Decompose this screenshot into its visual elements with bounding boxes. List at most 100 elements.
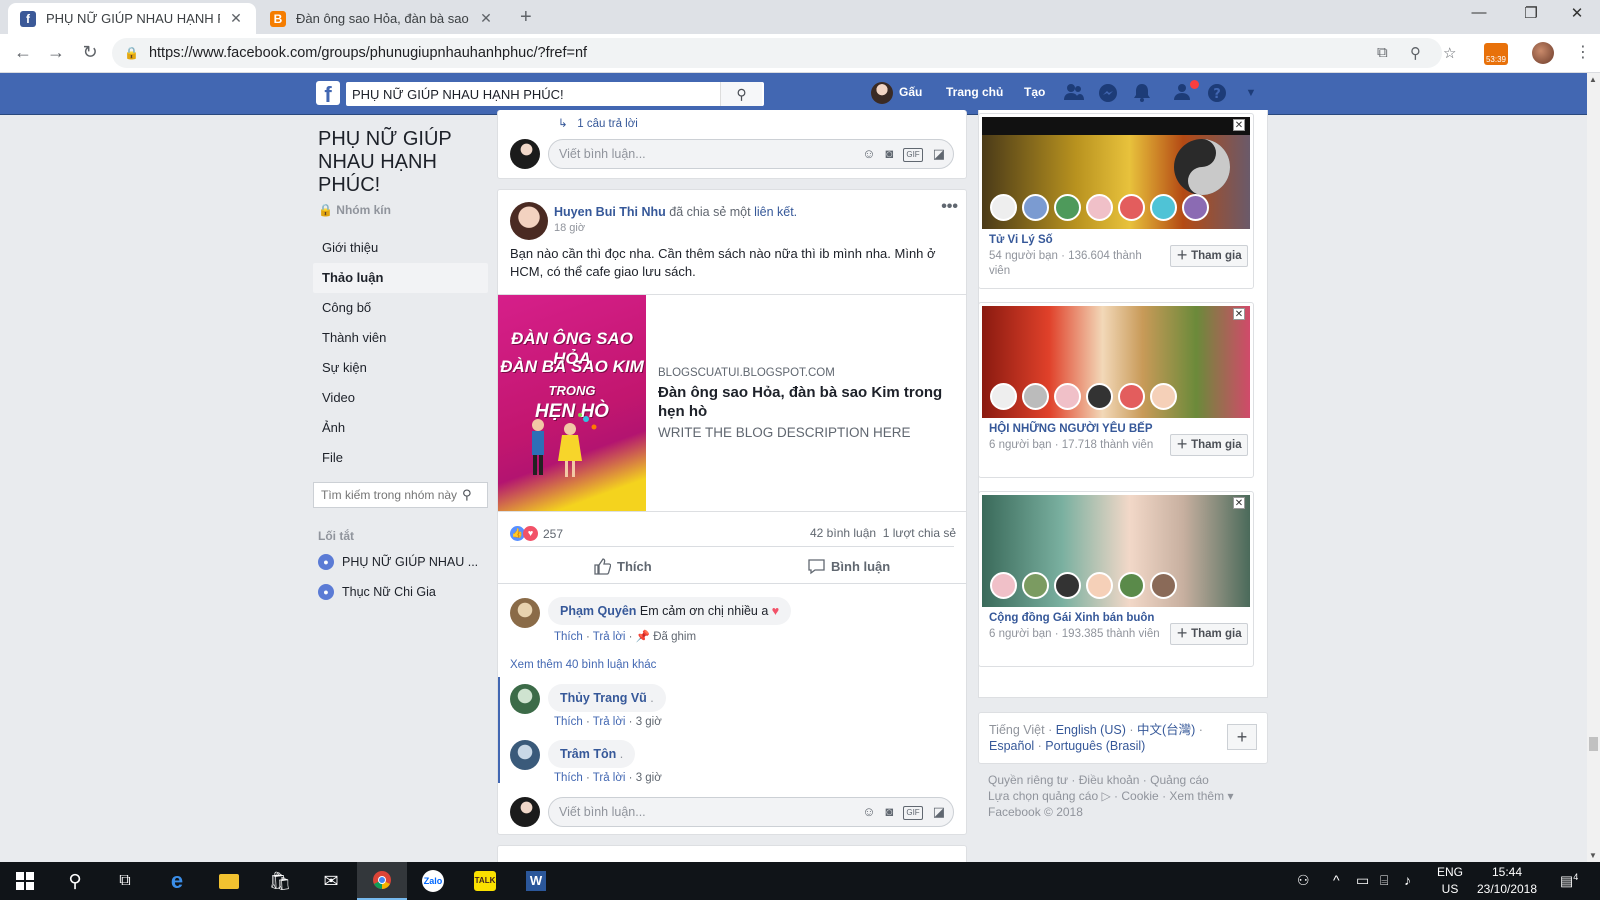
- volume-icon[interactable]: ♪: [1404, 872, 1411, 888]
- sticker-icon[interactable]: ◪: [933, 804, 945, 820]
- group-nav-announcements[interactable]: Công bố: [313, 293, 488, 323]
- maximize-button[interactable]: ❐: [1508, 4, 1554, 22]
- comment-reply-link[interactable]: Trả lời: [593, 631, 626, 643]
- comment-button[interactable]: Bình luận: [808, 558, 890, 575]
- camera-icon[interactable]: ◙: [886, 804, 894, 820]
- task-view-icon[interactable]: ⧉: [100, 862, 150, 900]
- footer-link[interactable]: Cookie: [1121, 789, 1158, 803]
- post-options-icon[interactable]: •••: [941, 198, 958, 216]
- chrome-icon[interactable]: [357, 862, 407, 900]
- search-icon[interactable]: ⚲: [720, 82, 762, 106]
- group-nav-events[interactable]: Sự kiện: [313, 353, 488, 383]
- group-nav-photos[interactable]: Ảnh: [313, 413, 488, 443]
- network-icon[interactable]: ⌸: [1380, 872, 1388, 889]
- comment-like-link[interactable]: Thích: [554, 716, 583, 728]
- close-icon[interactable]: ✕: [1233, 308, 1245, 320]
- word-icon[interactable]: W: [511, 862, 561, 900]
- comment-reply-link[interactable]: Trả lời: [593, 772, 626, 784]
- search-icon[interactable]: ⚲: [50, 862, 100, 900]
- page-scrollbar[interactable]: ▲ ▼: [1587, 73, 1600, 862]
- comment-like-link[interactable]: Thích: [554, 631, 583, 643]
- account-dropdown-icon[interactable]: ▼: [1240, 87, 1262, 99]
- comment-reply-link[interactable]: Trả lời: [593, 716, 626, 728]
- input-language[interactable]: ENG US: [1432, 864, 1468, 898]
- group-title[interactable]: PHỤ NỮ GIÚP NHAU HẠNH PHÚC!: [318, 128, 488, 197]
- language-link[interactable]: Português (Brasil): [1045, 739, 1145, 753]
- commenter-avatar[interactable]: [510, 598, 540, 628]
- minimize-button[interactable]: —: [1456, 4, 1502, 21]
- close-icon[interactable]: ✕: [1233, 119, 1245, 131]
- commenter-name[interactable]: Thủy Trang Vũ: [560, 691, 647, 705]
- show-hidden-icons-chevron[interactable]: ^: [1333, 872, 1340, 888]
- group-nav-discussion[interactable]: Thảo luận: [313, 263, 488, 293]
- close-tab-icon[interactable]: ✕: [478, 10, 494, 27]
- suggested-group-name[interactable]: Tử Vi Lý Số: [989, 234, 1053, 246]
- friend-requests-icon[interactable]: [1063, 83, 1085, 106]
- language-link[interactable]: Español: [989, 739, 1034, 753]
- language-link[interactable]: 中文(台灣): [1137, 723, 1195, 737]
- group-cover-image[interactable]: [982, 306, 1250, 418]
- new-tab-button[interactable]: +: [520, 6, 532, 29]
- messenger-icon[interactable]: [1097, 83, 1119, 108]
- commenter-name[interactable]: Trâm Tôn: [560, 747, 616, 761]
- suggested-group-name[interactable]: HỘI NHỮNG NGƯỜI YÊU BẾP: [989, 423, 1153, 435]
- group-cover-image[interactable]: [982, 495, 1250, 607]
- create-link[interactable]: Tạo: [1024, 85, 1045, 99]
- like-button[interactable]: Thích: [594, 558, 652, 575]
- profile-link[interactable]: Gấu: [871, 82, 922, 104]
- close-icon[interactable]: ✕: [1233, 497, 1245, 509]
- comment-like-link[interactable]: Thích: [554, 772, 583, 784]
- zoom-icon[interactable]: ⚲: [1410, 44, 1421, 62]
- language-link[interactable]: English (US): [1056, 723, 1126, 737]
- footer-link[interactable]: Quảng cáo: [1150, 773, 1209, 787]
- home-link[interactable]: Trang chủ: [946, 85, 1003, 99]
- extension-timer-icon[interactable]: 53:39: [1484, 43, 1508, 65]
- gif-icon[interactable]: GIF: [903, 148, 923, 162]
- comment-input[interactable]: Viết bình luận... ☺ ◙ GIF ◪: [548, 139, 954, 169]
- kakaotalk-icon[interactable]: TALK: [460, 862, 510, 900]
- help-question-icon[interactable]: ?: [1206, 83, 1228, 108]
- notifications-bell-icon[interactable]: [1131, 83, 1153, 108]
- join-group-button[interactable]: ＋ Tham gia: [1170, 434, 1248, 456]
- edge-browser-icon[interactable]: e: [152, 862, 202, 900]
- scroll-down-icon[interactable]: ▼: [1589, 851, 1597, 860]
- translate-icon[interactable]: ⧉: [1377, 44, 1388, 61]
- post-time[interactable]: 18 giờ: [554, 222, 585, 234]
- scrollbar-thumb[interactable]: [1589, 737, 1598, 751]
- profile-avatar[interactable]: [1532, 42, 1554, 64]
- join-group-button[interactable]: ＋ Tham gia: [1170, 245, 1248, 267]
- facebook-logo-icon[interactable]: f: [316, 81, 340, 105]
- add-language-button[interactable]: +: [1227, 724, 1257, 750]
- commenter-avatar[interactable]: [510, 740, 540, 770]
- reload-icon[interactable]: ↻: [78, 42, 102, 63]
- close-tab-icon[interactable]: ✕: [228, 10, 244, 27]
- view-more-comments-link[interactable]: Xem thêm 40 bình luận khác: [510, 659, 656, 671]
- clock[interactable]: 15:44 23/10/2018: [1472, 864, 1542, 898]
- footer-link[interactable]: Lựa chọn quảng cáo: [988, 789, 1098, 803]
- gif-icon[interactable]: GIF: [903, 806, 923, 820]
- author-name-link[interactable]: Huyen Bui Thi Nhu: [554, 205, 666, 219]
- group-nav-videos[interactable]: Video: [313, 383, 488, 413]
- zalo-icon[interactable]: Zalo: [408, 862, 458, 900]
- shortcut-item[interactable]: ● Thục Nữ Chi Gia: [318, 583, 436, 601]
- link-preview[interactable]: ĐÀN ÔNG SAO HỎA ĐÀN BÀ SAO KIM TRONG HẸN…: [498, 294, 966, 512]
- close-window-button[interactable]: ✕: [1554, 4, 1600, 22]
- commenter-avatar[interactable]: [510, 684, 540, 714]
- commenter-name[interactable]: Phạm Quyên: [560, 604, 636, 618]
- windows-start-icon[interactable]: [0, 862, 50, 900]
- footer-link[interactable]: Điều khoản: [1079, 773, 1140, 787]
- comment-time[interactable]: 3 giờ: [636, 716, 662, 728]
- chrome-menu-icon[interactable]: ⋮: [1575, 42, 1591, 62]
- sticker-icon[interactable]: ◪: [933, 146, 945, 162]
- store-icon[interactable]: 🛍: [255, 862, 305, 900]
- tab-facebook-group[interactable]: f PHỤ NỮ GIÚP NHAU HẠNH PHÚ ✕: [8, 3, 256, 34]
- reactions-summary[interactable]: 👍 ♥ 257: [510, 526, 563, 541]
- group-nav-members[interactable]: Thành viên: [313, 323, 488, 353]
- tab-blogspot[interactable]: B Đàn ông sao Hỏa, đàn bà sao Kim ✕: [258, 3, 506, 34]
- battery-icon[interactable]: ▭: [1356, 872, 1369, 889]
- footer-link[interactable]: Xem thêm: [1169, 789, 1224, 803]
- group-nav-about[interactable]: Giới thiệu: [313, 233, 488, 263]
- emoji-icon[interactable]: ☺: [862, 804, 875, 820]
- facebook-search-input[interactable]: [346, 83, 720, 105]
- comment-input[interactable]: Viết bình luận... ☺ ◙ GIF ◪: [548, 797, 954, 827]
